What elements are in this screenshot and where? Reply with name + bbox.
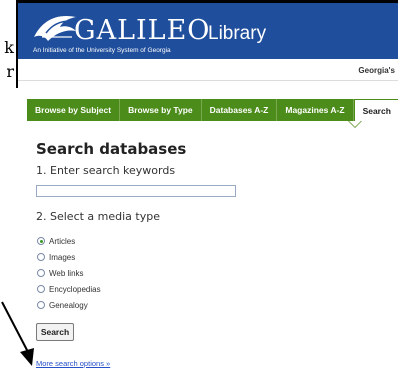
radio-images[interactable] [37,253,45,261]
galileo-bird-icon [34,15,76,41]
logo-library-text: Library [208,23,267,44]
annotation-arrow-icon [1,301,34,366]
search-keywords-input[interactable] [36,185,236,197]
radio-encyclopedias[interactable] [37,285,45,293]
radio-label-articles: Articles [49,236,76,246]
step-2-label: 2. Select a media type [36,210,160,223]
radio-label-images: Images [49,252,76,262]
tab-browse-by-subject[interactable]: Browse by Subject [27,99,121,121]
media-type-web-links[interactable]: Web links [37,267,84,279]
main-nav: Browse by Subject Browse by Type Databas… [27,99,398,121]
more-search-options-link[interactable]: More search options » [36,359,110,368]
tab-databases-a-z[interactable]: Databases A-Z [202,99,278,121]
media-type-articles[interactable]: Articles [37,235,75,247]
radio-web-links[interactable] [37,269,45,277]
galileo-logo[interactable]: GALILEO Library An Initiative of the Uni… [30,11,266,55]
media-type-images[interactable]: Images [37,251,75,263]
media-type-genealogy[interactable]: Genealogy [37,299,88,311]
subheader-bar: Georgia's [18,59,398,81]
radio-label-web-links: Web links [49,268,84,278]
logo-tagline: An Initiative of the University System o… [33,47,171,54]
radio-label-genealogy: Genealogy [49,300,88,310]
subheader-text: Georgia's [358,66,395,75]
margin-text-k: k [4,38,14,57]
tab-magazines-a-z[interactable]: Magazines A-Z [277,99,354,121]
tab-search[interactable]: Search [353,99,398,121]
site-header: GALILEO Library An Initiative of the Uni… [18,3,398,59]
tab-browse-by-type[interactable]: Browse by Type [120,99,202,121]
logo-wordmark: GALILEO [74,15,211,46]
step-1-label: 1. Enter search keywords [36,164,176,177]
page-title: Search databases [36,140,187,158]
search-button[interactable]: Search [36,323,74,341]
margin-text-r: r [6,62,14,81]
media-type-encyclopedias[interactable]: Encyclopedias [37,283,101,295]
radio-label-encyclopedias: Encyclopedias [49,284,101,294]
radio-articles[interactable] [37,237,45,245]
active-tab-pointer-inner [349,121,361,127]
